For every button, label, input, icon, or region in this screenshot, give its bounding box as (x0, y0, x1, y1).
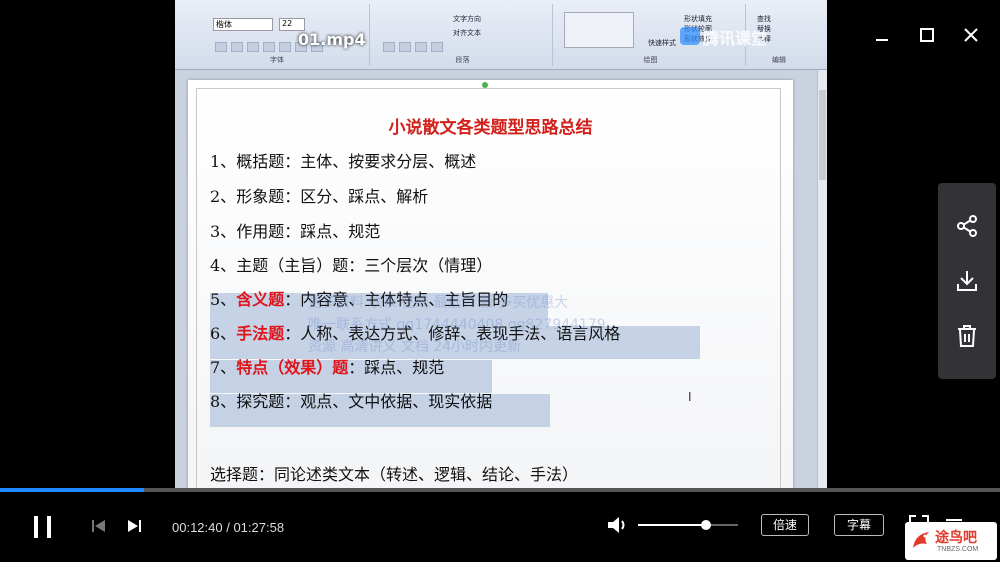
badge-subtext: TNBZS.COM (937, 546, 979, 553)
item-number: 6、 (210, 324, 237, 343)
trash-icon (958, 325, 976, 347)
scrollbar-thumb[interactable] (819, 90, 826, 180)
overlay-watermark: 更多资料 联系 在线 最低价 新 多买优惠大 唯一联系方式 qq17444404… (308, 292, 708, 358)
slide-pane: 小说散文各类题型思路总结 1、概括题：主体、按要求分层、概述 2、形象题：区分、踩… (175, 70, 827, 490)
item-term: 形象题 (236, 187, 285, 206)
strike-button[interactable] (263, 42, 275, 52)
player-controls: 00:12:40 / 01:27:58 倍速 字幕 (0, 492, 1000, 562)
share-icon (957, 215, 977, 237)
item-detail: ：观点、文中依据、现实依据 (284, 392, 493, 411)
volume-fill (638, 524, 706, 526)
share-button[interactable] (954, 213, 980, 239)
shape-fill-label[interactable]: 形状填充 (684, 14, 712, 24)
justify-button[interactable] (431, 42, 443, 52)
watermark-line: 更多资料 联系 在线 最低价 新 多买优惠大 (308, 295, 569, 311)
slide-list-item: 1、概括题：主体、按要求分层、概述 (210, 148, 476, 172)
slide-list-item: 4、主题（主旨）题：三个层次（情理） (210, 252, 492, 276)
download-icon (957, 271, 977, 291)
watermark-line: 唯一联系方式 qq1744440408 qq827944179 (308, 317, 606, 333)
slide-list-item: 3、作用题：踩点、规范 (210, 218, 380, 242)
italic-button[interactable] (231, 42, 243, 52)
close-button[interactable] (958, 22, 984, 48)
align-text-label[interactable]: 对齐文本 (453, 28, 481, 38)
minimize-button[interactable] (869, 22, 895, 48)
pause-icon (34, 516, 51, 538)
item-detail: ：区分、踩点、解析 (284, 187, 429, 206)
text-direction-label[interactable]: 文字方向 (453, 14, 481, 24)
item-detail: ：踩点、规范 (348, 358, 445, 377)
slide-list-item: 2、形象题：区分、踩点、解析 (210, 183, 428, 207)
bold-button[interactable] (215, 42, 227, 52)
item-term: 作用题 (236, 222, 285, 241)
ribbon-group-paragraph: 文字方向 对齐文本 段落 (373, 4, 553, 66)
shadow-button[interactable] (279, 42, 291, 52)
vertical-scrollbar[interactable] (817, 70, 827, 490)
speed-button[interactable]: 倍速 (761, 514, 809, 536)
site-watermark-badge: 途鸟吧 TNBZS.COM (905, 522, 997, 560)
item-term: 主题（主旨）题 (236, 256, 349, 275)
item-detail: ：主体、按要求分层、概述 (284, 152, 477, 171)
tencent-classroom-logo: 腾讯课堂 (703, 29, 768, 48)
next-button[interactable] (125, 517, 143, 539)
volume-button[interactable] (606, 514, 630, 540)
item-number: 1、 (210, 152, 237, 171)
item-detail: ：踩点、规范 (284, 222, 381, 241)
time-separator: / (222, 520, 234, 535)
item-term: 探究题 (236, 392, 285, 411)
align-center-button[interactable] (399, 42, 411, 52)
item-number: 2、 (210, 187, 237, 206)
item-detail: ：三个层次（情理） (348, 256, 493, 275)
minimize-icon (876, 39, 888, 41)
close-icon (964, 28, 978, 42)
find-label[interactable]: 查找 (757, 14, 771, 24)
shapes-gallery[interactable] (564, 12, 634, 48)
watermark-line: 资源 高清讲义 文档 24小时内更新 (308, 339, 522, 355)
ribbon-group-label: 字体 (270, 56, 284, 64)
delete-button[interactable] (954, 323, 980, 349)
item-number: 5、 (210, 290, 237, 309)
ribbon-group-label: 编辑 (772, 56, 786, 64)
maximize-button[interactable] (914, 22, 940, 48)
video-title: 01.mp4 (298, 30, 366, 49)
total-time: 01:27:58 (233, 520, 285, 535)
ribbon-group-label: 段落 (455, 56, 470, 64)
item-number: 4、 (210, 256, 237, 275)
volume-slider[interactable] (638, 520, 738, 530)
current-time: 00:12:40 (172, 520, 223, 535)
maximize-icon (920, 28, 934, 42)
badge-text: 途鸟吧 (935, 530, 977, 546)
video-frame[interactable]: 楷体 22 字体 文字方向 对齐文本 段落 快速样式 形状填充 形状轮廓 形状效… (175, 0, 827, 490)
align-left-button[interactable] (383, 42, 395, 52)
side-action-panel (938, 183, 996, 379)
download-button[interactable] (954, 268, 980, 294)
slide-list-item: 8、探究题：观点、文中依据、现实依据 (210, 388, 492, 412)
align-right-button[interactable] (415, 42, 427, 52)
slide[interactable]: 小说散文各类题型思路总结 1、概括题：主体、按要求分层、概述 2、形象题：区分、踩… (188, 80, 793, 490)
item-term: 概括题 (236, 152, 285, 171)
time-display: 00:12:40 / 01:27:58 (172, 520, 284, 535)
rotate-handle[interactable] (482, 82, 488, 88)
slide-footer-text: 选择题：同论述类文本（转述、逻辑、结论、手法） (210, 465, 579, 484)
volume-icon (608, 517, 625, 533)
quick-styles-label[interactable]: 快速样式 (648, 38, 676, 48)
slide-title: 小说散文各类题型思路总结 (388, 118, 593, 138)
volume-knob[interactable] (701, 520, 711, 530)
previous-button[interactable] (90, 517, 108, 539)
skip-next-icon (128, 520, 141, 532)
underline-button[interactable] (247, 42, 259, 52)
item-number: 7、 (210, 358, 237, 377)
item-term: 含义题 (236, 290, 285, 309)
item-number: 3、 (210, 222, 237, 241)
item-number: 8、 (210, 392, 237, 411)
ribbon-group-label: 绘图 (643, 56, 658, 64)
item-term: 特点（效果）题 (236, 358, 349, 377)
tencent-classroom-logo-icon (680, 27, 700, 45)
skip-previous-icon (92, 520, 105, 532)
pause-button[interactable] (30, 512, 56, 544)
bird-logo-icon (913, 532, 929, 548)
text-cursor-icon: I (688, 390, 692, 404)
item-term: 手法题 (236, 324, 285, 343)
subtitle-button[interactable]: 字幕 (834, 514, 884, 536)
font-name-box[interactable]: 楷体 (213, 18, 273, 31)
